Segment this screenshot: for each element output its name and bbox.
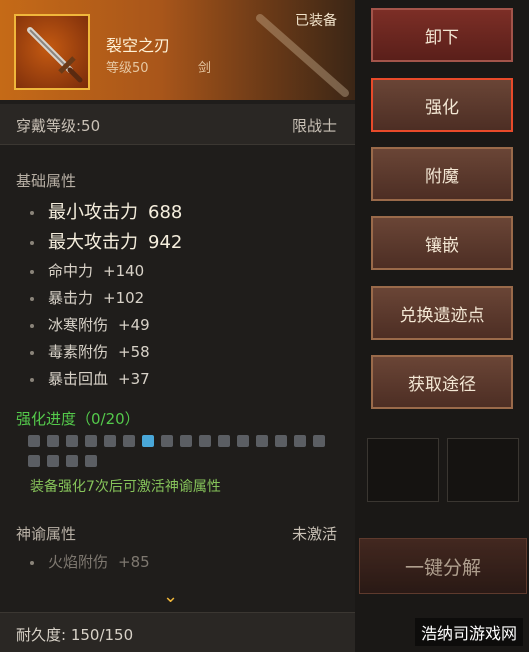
action-panel: 卸下 强化 附魔 镶嵌 兑换遗迹点 获取途径 一键分解 [355,0,529,652]
enhance-progress-square [180,435,192,447]
enhance-progress-square [28,455,40,467]
stat-row: 暴击回血 +37 [30,368,150,389]
requirement-row: 穿戴等级:50 限战士 [0,104,355,145]
enhance-progress-square [85,435,97,447]
stat-row: 冰寒附伤 +49 [30,314,150,335]
enhance-progress-square [142,435,154,447]
sword-icon [27,27,83,83]
stat-row: 毒素附伤 +58 [30,341,150,362]
class-limit: 限战士 [291,117,337,135]
basic-attributes-title: 基础属性 [16,172,77,190]
one-key-decompose-button[interactable]: 一键分解 [359,538,527,594]
equipped-badge: 已装备 [295,13,337,29]
stat-row: 命中力 +140 [30,260,144,281]
durability-bar: 耐久度: 150/150 [0,612,355,652]
exchange-relic-button[interactable]: 兑换遗迹点 [371,286,513,340]
unequip-button[interactable]: 卸下 [371,8,513,62]
enhance-progress-square [218,435,230,447]
enhance-progress-square [47,455,59,467]
item-tooltip-panel: 裂空之刃 等级50 剑 已装备 穿戴等级:50 限战士 基础属性 最小攻击力 68… [0,0,355,652]
obtain-source-button[interactable]: 获取途径 [371,355,513,409]
enhance-progress-square [237,435,249,447]
enhance-progress-square [256,435,268,447]
enhance-progress-square [47,435,59,447]
enchant-button[interactable]: 附魔 [371,147,513,201]
stat-row: 最小攻击力 688 [30,198,182,224]
oracle-status: 未激活 [291,525,337,543]
enhance-progress-square [66,435,78,447]
enhance-progress-square [28,435,40,447]
enhance-progress-square [161,435,173,447]
enhance-progress-square [85,455,97,467]
enhance-hint: 装备强化7次后可激活神谕属性 [30,479,221,495]
stat-row: 暴击力 +102 [30,287,144,308]
inventory-slot[interactable] [367,438,439,502]
watermark: 浩纳司游戏网 [414,618,523,646]
oracle-attributes-title: 神谕属性 [16,525,77,543]
enhance-progress-square [66,455,78,467]
enhance-button[interactable]: 强化 [371,78,513,132]
enhance-progress-square [294,435,306,447]
enhance-progress-label: 强化进度（0/20） [16,410,140,428]
inlay-button[interactable]: 镶嵌 [371,216,513,270]
item-icon[interactable] [14,14,90,90]
item-name: 裂空之刃 [106,36,171,55]
durability-text: 耐久度: 150/150 [16,626,134,644]
item-header: 裂空之刃 等级50 剑 已装备 [0,0,355,100]
oracle-stat-row: 火焰附伤 +85 [30,551,150,572]
enhance-progress-square [275,435,287,447]
chevron-down-icon[interactable]: ⌄ [163,586,178,607]
enhance-progress-square [123,435,135,447]
enhance-progress-square [104,435,116,447]
item-type: 剑 [198,61,212,76]
item-level: 等级50 [106,61,149,76]
enhance-progress-square [313,435,325,447]
wear-level: 穿戴等级:50 [16,117,101,135]
stat-row: 最大攻击力 942 [30,228,182,254]
inventory-slot[interactable] [447,438,519,502]
enhance-progress-square [199,435,211,447]
